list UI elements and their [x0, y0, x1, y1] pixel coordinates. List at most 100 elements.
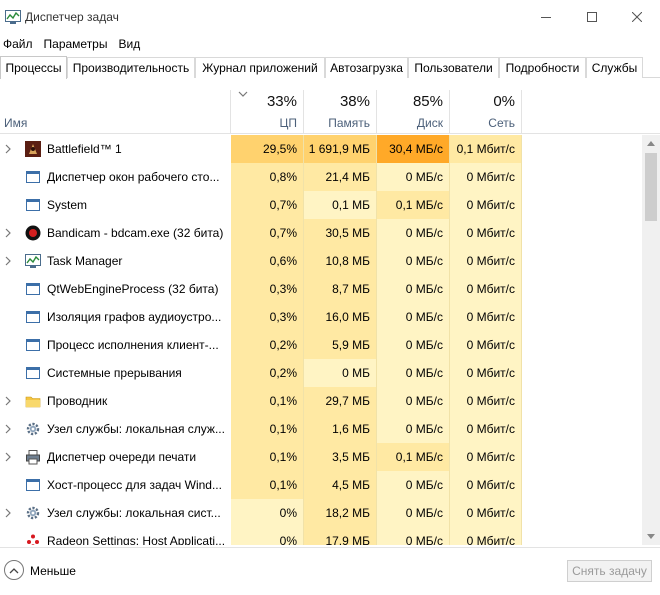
column-network[interactable]: 0% Сеть: [450, 90, 522, 134]
printer-icon: [25, 449, 41, 465]
process-name: System: [47, 198, 88, 212]
column-disk[interactable]: 85% Диск: [377, 90, 450, 134]
process-row[interactable]: QtWebEngineProcess (32 бита) 0,3% 8,7 МБ 0 …: [0, 275, 642, 303]
process-row[interactable]: Проводник 0,1% 29,7 МБ 0 МБ/с 0 Мбит/с: [0, 387, 642, 415]
expand-chevron-icon[interactable]: [5, 394, 15, 408]
column-name-label: Имя: [4, 116, 28, 130]
process-row[interactable]: Узел службы: локальная сист... 0% 18,2 МБ 0…: [0, 499, 642, 527]
scroll-down-icon[interactable]: [642, 528, 660, 545]
end-task-button[interactable]: Снять задачу: [567, 560, 652, 582]
network-cell: 0 Мбит/с: [450, 415, 522, 443]
cpu-cell: 0,3%: [231, 303, 304, 331]
disk-cell: 0 МБ/с: [377, 359, 450, 387]
network-cell: 0 Мбит/с: [450, 471, 522, 499]
process-row[interactable]: Изоляция графов аудиоустро... 0,3% 16,0 МБ…: [0, 303, 642, 331]
fewer-details-link[interactable]: Меньше: [30, 564, 76, 578]
process-name: QtWebEngineProcess (32 бита): [47, 282, 219, 296]
cpu-cell: 0,3%: [231, 275, 304, 303]
network-cell: 0 Мбит/с: [450, 331, 522, 359]
window-icon: [25, 197, 41, 213]
menu-view[interactable]: Вид: [114, 37, 144, 51]
expand-chevron-icon[interactable]: [5, 506, 15, 520]
task-manager-window: Диспетчер задач Файл Параметры Вид Проце…: [0, 0, 660, 595]
process-row[interactable]: Узел службы: локальная служ... 0,1% 1,6 МБ…: [0, 415, 642, 443]
network-cell: 0 Мбит/с: [450, 163, 522, 191]
memory-cell: 30,5 МБ: [304, 219, 377, 247]
network-cell: 0 Мбит/с: [450, 387, 522, 415]
tab-strip: Процессы Производительность Журнал прило…: [0, 56, 660, 79]
memory-cell: 29,7 МБ: [304, 387, 377, 415]
network-label: Сеть: [488, 116, 515, 130]
cpu-cell: 0%: [231, 499, 304, 527]
window-icon: [25, 477, 41, 493]
tab-users[interactable]: Пользователи: [408, 57, 499, 78]
memory-cell: 18,2 МБ: [304, 499, 377, 527]
tab-performance[interactable]: Производительность: [67, 57, 195, 78]
gear-icon: [25, 421, 41, 437]
scroll-up-icon[interactable]: [642, 135, 660, 152]
tab-details[interactable]: Подробности: [499, 57, 586, 78]
disk-cell: 0 МБ/с: [377, 275, 450, 303]
cpu-cell: 0,1%: [231, 443, 304, 471]
memory-cell: 0 МБ: [304, 359, 377, 387]
cpu-cell: 0,6%: [231, 247, 304, 275]
expand-chevron-icon[interactable]: [5, 422, 15, 436]
scrollbar-thumb[interactable]: [645, 153, 657, 221]
network-cell: 0 Мбит/с: [450, 275, 522, 303]
memory-cell: 0,1 МБ: [304, 191, 377, 219]
network-percent: 0%: [493, 93, 515, 110]
window-icon: [25, 169, 41, 185]
process-row[interactable]: Процесс исполнения клиент-... 0,2% 5,9 МБ 0…: [0, 331, 642, 359]
process-list: Battlefield™ 1 29,5% 1 691,9 МБ 30,4 МБ/с 0,…: [0, 135, 642, 545]
process-name: Task Manager: [47, 254, 123, 268]
network-cell: 0 Мбит/с: [450, 303, 522, 331]
vertical-scrollbar[interactable]: [642, 135, 660, 545]
process-row[interactable]: Task Manager 0,6% 10,8 МБ 0 МБ/с 0 Мбит/с: [0, 247, 642, 275]
process-row[interactable]: Battlefield™ 1 29,5% 1 691,9 МБ 30,4 МБ/с 0,…: [0, 135, 642, 163]
process-row[interactable]: System 0,7% 0,1 МБ 0,1 МБ/с 0 Мбит/с: [0, 191, 642, 219]
expand-chevron-icon[interactable]: [5, 226, 15, 240]
tab-startup[interactable]: Автозагрузка: [325, 57, 408, 78]
tab-processes[interactable]: Процессы: [0, 56, 67, 79]
disk-cell: 0 МБ/с: [377, 163, 450, 191]
memory-cell: 3,5 МБ: [304, 443, 377, 471]
process-row[interactable]: Системные прерывания 0,2% 0 МБ 0 МБ/с 0 Мбит…: [0, 359, 642, 387]
minimize-button[interactable]: [523, 0, 569, 34]
menu-file[interactable]: Файл: [0, 37, 37, 51]
memory-cell: 16,0 МБ: [304, 303, 377, 331]
column-memory[interactable]: 38% Память: [304, 90, 377, 134]
maximize-icon: [587, 12, 597, 22]
window-icon: [25, 365, 41, 381]
memory-cell: 4,5 МБ: [304, 471, 377, 499]
expand-chevron-icon[interactable]: [5, 450, 15, 464]
expand-chevron-icon[interactable]: [5, 142, 15, 156]
process-row[interactable]: Диспетчер окон рабочего сто... 0,8% 21,4 М…: [0, 163, 642, 191]
process-row[interactable]: Bandicam - bdcam.exe (32 бита) 0,7% 30,5 М…: [0, 219, 642, 247]
collapse-up-icon[interactable]: [4, 560, 24, 580]
task-manager-icon: [5, 10, 21, 24]
process-row[interactable]: Диспетчер очереди печати 0,1% 3,5 МБ 0,1 МБ…: [0, 443, 642, 471]
network-cell: 0 Мбит/с: [450, 191, 522, 219]
process-name: Диспетчер очереди печати: [47, 450, 197, 464]
menu-options[interactable]: Параметры: [40, 37, 112, 51]
network-cell: 0 Мбит/с: [450, 443, 522, 471]
network-cell: 0 Мбит/с: [450, 359, 522, 387]
close-icon: [632, 12, 642, 22]
maximize-button[interactable]: [569, 0, 615, 34]
process-row[interactable]: Хост-процесс для задач Wind... 0,1% 4,5 МБ…: [0, 471, 642, 499]
expand-chevron-icon[interactable]: [5, 254, 15, 268]
battlefield-icon: [25, 141, 41, 157]
cpu-cell: 0,1%: [231, 471, 304, 499]
process-row[interactable]: Radeon Settings: Host Applicati... 0% 17,9…: [0, 527, 642, 545]
column-cpu[interactable]: 33% ЦП: [231, 90, 304, 134]
window-icon: [25, 309, 41, 325]
cpu-cell: 0,1%: [231, 415, 304, 443]
column-name[interactable]: Имя: [0, 90, 231, 134]
tab-services[interactable]: Службы: [586, 57, 643, 78]
close-button[interactable]: [614, 0, 660, 34]
memory-cell: 10,8 МБ: [304, 247, 377, 275]
tab-app-history[interactable]: Журнал приложений: [195, 57, 325, 78]
footer-bar: Меньше Снять задачу: [0, 547, 660, 595]
title-bar: Диспетчер задач: [0, 0, 660, 34]
network-cell: 0 Мбит/с: [450, 527, 522, 545]
